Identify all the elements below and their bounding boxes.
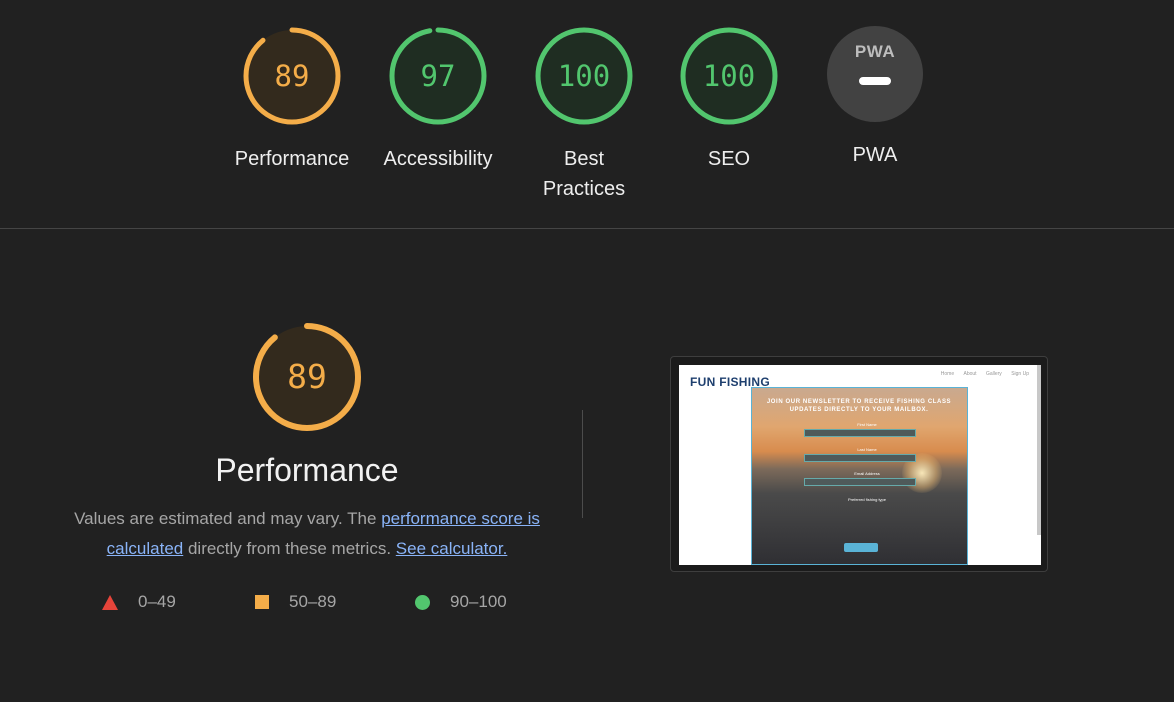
legend-range: 0–49 <box>138 592 176 611</box>
performance-section: 89 Performance Values are estimated and … <box>0 230 1174 702</box>
pwa-badge-icon: PWA <box>827 26 923 122</box>
gauge-label: SEO <box>707 148 751 170</box>
description-text: Values are estimated and may vary. The <box>74 509 382 528</box>
gauge-label: Accessibility <box>383 148 493 170</box>
screenshot-nav-item: Sign Up <box>1011 371 1029 377</box>
performance-description: Values are estimated and may vary. The p… <box>62 504 552 564</box>
screenshot-submit-button <box>844 543 878 552</box>
gauge-seo[interactable]: 100 SEO <box>664 26 794 174</box>
gauge-performance[interactable]: 89 Performance <box>227 26 357 174</box>
legend-item-average: 50–89 <box>255 590 336 614</box>
square-icon <box>255 595 269 609</box>
performance-title: Performance <box>215 452 399 488</box>
gauge-score: 100 <box>558 59 610 93</box>
legend-item-pass: 90–100 <box>415 590 507 614</box>
final-screenshot-frame[interactable]: FUN FISHING Home About Gallery Sign Up J… <box>670 356 1048 572</box>
screenshot-nav-item: Home <box>940 371 955 377</box>
legend-item-fail: 0–49 <box>102 590 176 614</box>
gauge-ring: 100 <box>535 27 633 125</box>
triangle-icon <box>102 594 118 610</box>
screenshot-field-label: Last Name <box>857 447 877 452</box>
gauge-score: 100 <box>703 59 755 93</box>
performance-score: 89 <box>287 357 327 396</box>
screenshot-nav: Home About Gallery Sign Up <box>933 371 1029 377</box>
score-legend: 0–49 50–89 90–100 <box>102 590 542 614</box>
screenshot-newsletter-panel: JOIN OUR NEWSLETTER TO RECEIVE FISHING C… <box>751 387 968 565</box>
gauge-ring: 100 <box>680 27 778 125</box>
screenshot-nav-item: Gallery <box>985 371 1002 377</box>
screenshot-field-label: Email Address <box>854 471 880 476</box>
gauge-ring: 97 <box>389 27 487 125</box>
see-calculator-link[interactable]: See calculator. <box>396 539 508 558</box>
gauge-ring: 89 <box>253 323 361 431</box>
screenshot-nav-item: About <box>963 371 977 377</box>
gauge-score: 89 <box>275 59 310 93</box>
category-gauges: 89 Performance 97 Accessibility 100 Best… <box>0 0 1174 229</box>
screenshot-field-input <box>804 478 916 486</box>
legend-range: 50–89 <box>289 592 337 611</box>
gauge-pwa[interactable]: PWA PWA <box>810 26 940 170</box>
screenshot-scrollbar <box>1037 365 1041 535</box>
description-text: directly from these metrics. <box>183 539 396 558</box>
pwa-dash-icon <box>859 77 891 85</box>
screenshot-field-input <box>804 429 916 437</box>
gauge-label: Best Practices <box>542 148 626 200</box>
gauge-best-practices[interactable]: 100 Best Practices <box>519 26 649 204</box>
gauge-accessibility[interactable]: 97 Accessibility <box>373 26 503 174</box>
screenshot-field-label: First Name <box>857 422 877 427</box>
screenshot-fishing-type-label: Preferred fishing type <box>847 497 887 502</box>
legend-range: 90–100 <box>450 592 507 611</box>
circle-icon <box>415 594 430 610</box>
vertical-divider <box>582 410 583 518</box>
pwa-badge-text: PWA <box>854 42 896 61</box>
screenshot-field-input <box>804 454 916 462</box>
screenshot-headline: JOIN OUR NEWSLETTER TO RECEIVE FISHING C… <box>766 399 952 413</box>
gauge-score: 97 <box>421 59 456 93</box>
final-screenshot: FUN FISHING Home About Gallery Sign Up J… <box>679 365 1041 565</box>
performance-big-gauge: 89 <box>252 322 362 437</box>
gauge-label: Performance <box>234 148 350 170</box>
gauge-label: PWA <box>852 144 898 166</box>
gauge-ring: 89 <box>243 27 341 125</box>
